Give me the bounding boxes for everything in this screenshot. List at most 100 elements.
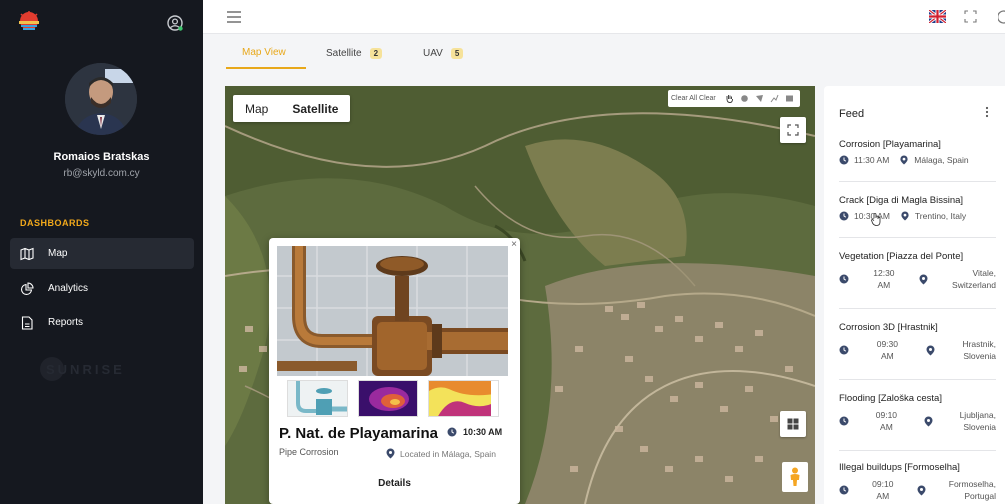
fullscreen-icon (787, 124, 799, 136)
tab-label: UAV (423, 48, 443, 59)
popup-main-photo[interactable] (277, 246, 508, 376)
feed-item[interactable]: Flooding [Zaloška cesta] 09:10 AM Ljublja… (839, 393, 996, 451)
feed-item-time: 09:10 AM (872, 478, 893, 502)
time-line: AM (877, 280, 891, 290)
pipe-thumb-icon (288, 381, 347, 416)
time-line: AM (880, 422, 893, 432)
location-line: Slovenia (963, 422, 996, 432)
feed-panel: Feed Corrosion [Playamarina] 11:30 AM Má… (824, 86, 1005, 504)
expand-icon[interactable] (964, 10, 977, 23)
feed-item[interactable]: Vegetation [Piazza del Ponte] 12:30 AM Vi… (839, 251, 996, 309)
location-pin-icon (386, 448, 395, 459)
feed-item-title: Illegal buildups [Formoselha] (839, 462, 960, 473)
user-name: Romaios Bratskas (53, 151, 150, 163)
clock-icon (839, 211, 849, 221)
user-circle-icon[interactable] (166, 14, 184, 32)
avatar (65, 63, 137, 135)
line-draw-icon[interactable] (770, 94, 779, 103)
user-email: rb@skyld.com.cy (63, 168, 140, 179)
feed-item[interactable]: Illegal buildups [Formoselha] 09:10 AM Fo… (839, 462, 996, 504)
map-type-toggle: Map Satellite (233, 95, 351, 122)
location-line: Vitale, (972, 268, 996, 278)
grid-icon (787, 418, 799, 430)
time-line: 12:30 (873, 268, 895, 278)
feed-item-location: Ljubljana, Slovenia (960, 409, 996, 433)
feed-title: Feed (839, 108, 865, 120)
sidebar-item-reports[interactable]: Reports (10, 307, 194, 338)
app-logo-icon[interactable] (16, 10, 42, 32)
hand-icon[interactable] (725, 94, 734, 103)
feed-item-time: 09:10 AM (876, 409, 897, 433)
feed-item-title: Corrosion [Playamarina] (839, 139, 941, 150)
rectangle-draw-icon[interactable] (785, 94, 794, 103)
thumbnail-rgb[interactable] (287, 380, 348, 417)
map-layers-button[interactable] (780, 411, 806, 437)
clock-icon (839, 416, 849, 426)
drawing-toolbar: Clear All Clear (668, 90, 800, 107)
avatar-photo-icon (65, 63, 137, 135)
sidebar: Romaios Bratskas rb@skyld.com.cy DASHBOA… (0, 0, 203, 504)
thermal-thumb-icon (429, 381, 499, 416)
sidebar-item-label: Reports (48, 317, 84, 328)
tab-label: Map View (242, 47, 286, 58)
feed-item-meta: 09:30 AM Hrastnik, Slovenia (839, 338, 996, 362)
sidebar-item-analytics[interactable]: Analytics (10, 273, 194, 304)
feed-item-title: Crack [Diga di Magla Bissina] (839, 195, 964, 206)
chart-pie-icon (20, 281, 34, 295)
time-line: 09:10 (875, 410, 898, 420)
feed-item-meta: 09:10 AM Formoselha, Portugal (839, 478, 996, 502)
uk-flag-icon[interactable] (929, 10, 946, 23)
location-line: Portugal (964, 491, 996, 501)
topbar (203, 0, 1005, 34)
map-icon (20, 247, 34, 260)
popup-close-button[interactable]: × (511, 239, 517, 250)
time-line: AM (876, 491, 890, 501)
location-line: Formoselha, (948, 479, 996, 489)
map-fullscreen-button[interactable] (780, 117, 806, 143)
tab-satellite[interactable]: Satellite 2 (326, 38, 383, 69)
circle-draw-icon[interactable] (740, 94, 749, 103)
clock-icon (839, 155, 849, 165)
location-pin-icon (917, 485, 926, 495)
feed-item-location: Málaga, Spain (914, 155, 969, 165)
map-type-satellite[interactable]: Satellite (280, 95, 350, 122)
time-line: AM (880, 351, 894, 361)
feed-item[interactable]: Corrosion 3D [Hrastnik] 09:30 AM Hrastnik… (839, 322, 996, 380)
feed-item-time: 11:30 AM (854, 155, 890, 165)
pegman-icon (790, 467, 800, 486)
popup-title: P. Nat. de Playamarina (279, 425, 438, 442)
feed-item[interactable]: Corrosion [Playamarina] 11:30 AM Málaga,… (839, 139, 996, 182)
popup-location-label: Located in Málaga, Spain (400, 448, 496, 459)
menu-icon[interactable] (227, 11, 241, 23)
sidebar-item-label: Analytics (48, 283, 89, 294)
tab-badge: 5 (450, 48, 464, 59)
tab-badge: 2 (369, 48, 383, 59)
sidebar-item-map[interactable]: Map (10, 238, 194, 269)
logout-icon[interactable] (998, 10, 1005, 24)
tab-map-view[interactable]: Map View (226, 38, 306, 69)
feed-item-title: Corrosion 3D [Hrastnik] (839, 322, 938, 333)
feed-item-location: Trentino, Italy (914, 211, 967, 221)
popup-thumbnails (287, 380, 509, 417)
feed-item-title: Vegetation [Piazza del Ponte] (839, 251, 964, 262)
feed-item-meta: 10:30 AM Trentino, Italy (839, 211, 996, 221)
map-type-map[interactable]: Map (233, 95, 280, 122)
street-view-button[interactable] (782, 462, 808, 492)
thumbnail-thermal-1[interactable] (357, 380, 419, 417)
thumbnail-thermal-2[interactable] (428, 380, 499, 417)
details-button[interactable]: Details (269, 478, 520, 489)
time-line: 09:10 (872, 479, 894, 489)
more-vertical-icon[interactable] (985, 106, 989, 118)
location-pin-icon (919, 274, 928, 284)
feed-item[interactable]: Crack [Diga di Magla Bissina] 10:30 AM T… (839, 195, 996, 238)
location-line: Switzerland (952, 280, 996, 290)
time-line: 09:30 (876, 339, 898, 349)
tab-uav[interactable]: UAV 5 (423, 38, 464, 69)
clock-icon (839, 485, 849, 495)
feed-item-meta: 12:30 AM Vitale, Switzerland (839, 267, 996, 291)
location-pin-icon (924, 416, 933, 426)
polygon-draw-icon[interactable] (755, 94, 764, 103)
clear-all-button[interactable]: Clear All Clear (671, 95, 716, 102)
section-label-dashboards: DASHBOARDS (20, 218, 90, 228)
popup-time: 10:30 AM (447, 427, 502, 437)
